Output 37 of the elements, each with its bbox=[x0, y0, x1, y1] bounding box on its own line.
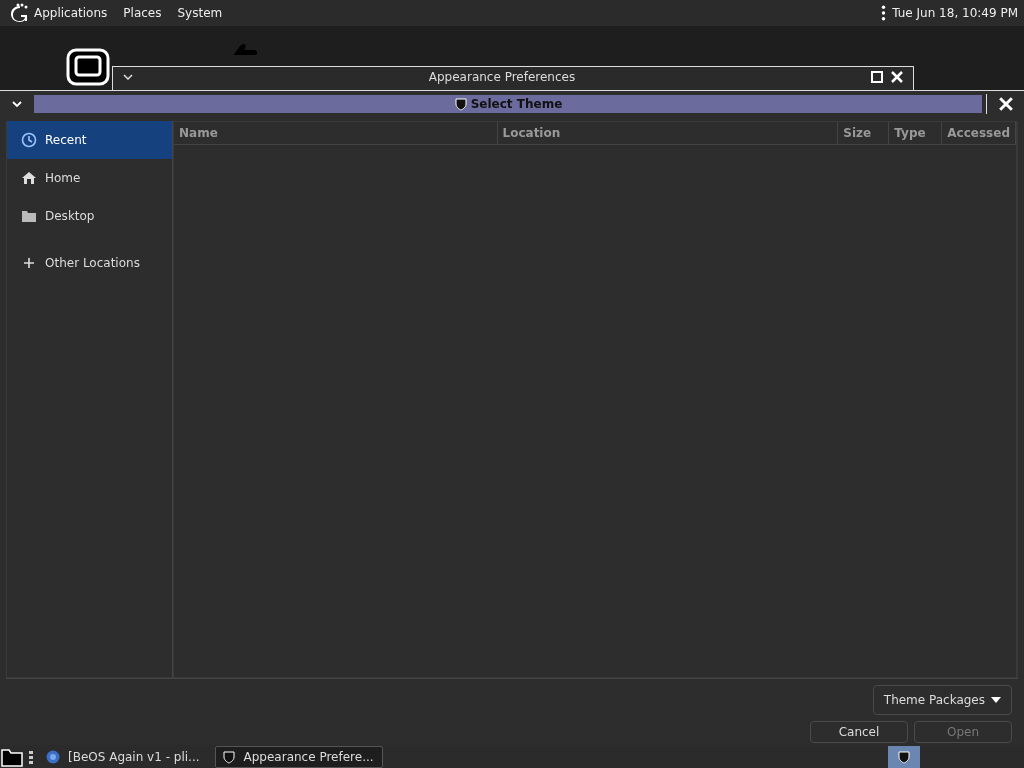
panel-menu[interactable]: System bbox=[177, 6, 223, 20]
caret-icon bbox=[991, 697, 1001, 703]
chevron-down-icon bbox=[12, 101, 22, 107]
sidebar-item[interactable]: Recent bbox=[7, 121, 172, 159]
column-header[interactable]: Accessed bbox=[942, 122, 1016, 144]
column-header[interactable]: Size bbox=[838, 122, 890, 144]
taskbar-button[interactable]: [BeOS Again v1 - pli... bbox=[39, 745, 209, 768]
filter-dropdown[interactable]: Theme Packages bbox=[872, 685, 1012, 715]
column-header[interactable]: Type bbox=[889, 122, 943, 144]
column-header[interactable]: Name bbox=[174, 122, 498, 144]
taskbar-button[interactable]: Appearance Prefere... bbox=[214, 745, 383, 768]
more-icon[interactable] bbox=[881, 5, 887, 21]
chevron-down-icon[interactable] bbox=[123, 74, 133, 80]
dialog-button[interactable]: Cancel bbox=[810, 721, 908, 743]
shield-icon bbox=[221, 749, 236, 764]
clock[interactable]: Tue Jun 18, 10:49 PM bbox=[892, 6, 1018, 20]
shield-icon bbox=[897, 749, 911, 764]
plus-icon bbox=[21, 255, 37, 271]
window-title: Select Theme bbox=[470, 97, 563, 111]
clock-icon bbox=[21, 132, 37, 148]
folder-icon bbox=[21, 208, 37, 224]
window-title: Appearance Preferences bbox=[427, 70, 577, 84]
maximize-icon[interactable] bbox=[871, 71, 883, 83]
close-icon[interactable] bbox=[891, 71, 903, 83]
monitor-icon[interactable] bbox=[66, 48, 110, 88]
sidebar-item[interactable]: Other Locations bbox=[7, 244, 172, 282]
sidebar-item[interactable]: Desktop bbox=[7, 197, 172, 235]
panel-menu[interactable]: Applications bbox=[34, 6, 108, 20]
shield-icon bbox=[453, 97, 468, 111]
tray-button[interactable] bbox=[888, 745, 920, 768]
close-icon bbox=[998, 97, 1013, 111]
globe-icon bbox=[46, 749, 60, 764]
home-icon bbox=[21, 170, 37, 186]
sidebar-item[interactable]: Home bbox=[7, 159, 172, 197]
panel-menu[interactable]: Places bbox=[123, 6, 162, 20]
column-header[interactable]: Location bbox=[497, 122, 839, 144]
handle-icon[interactable] bbox=[29, 749, 33, 764]
